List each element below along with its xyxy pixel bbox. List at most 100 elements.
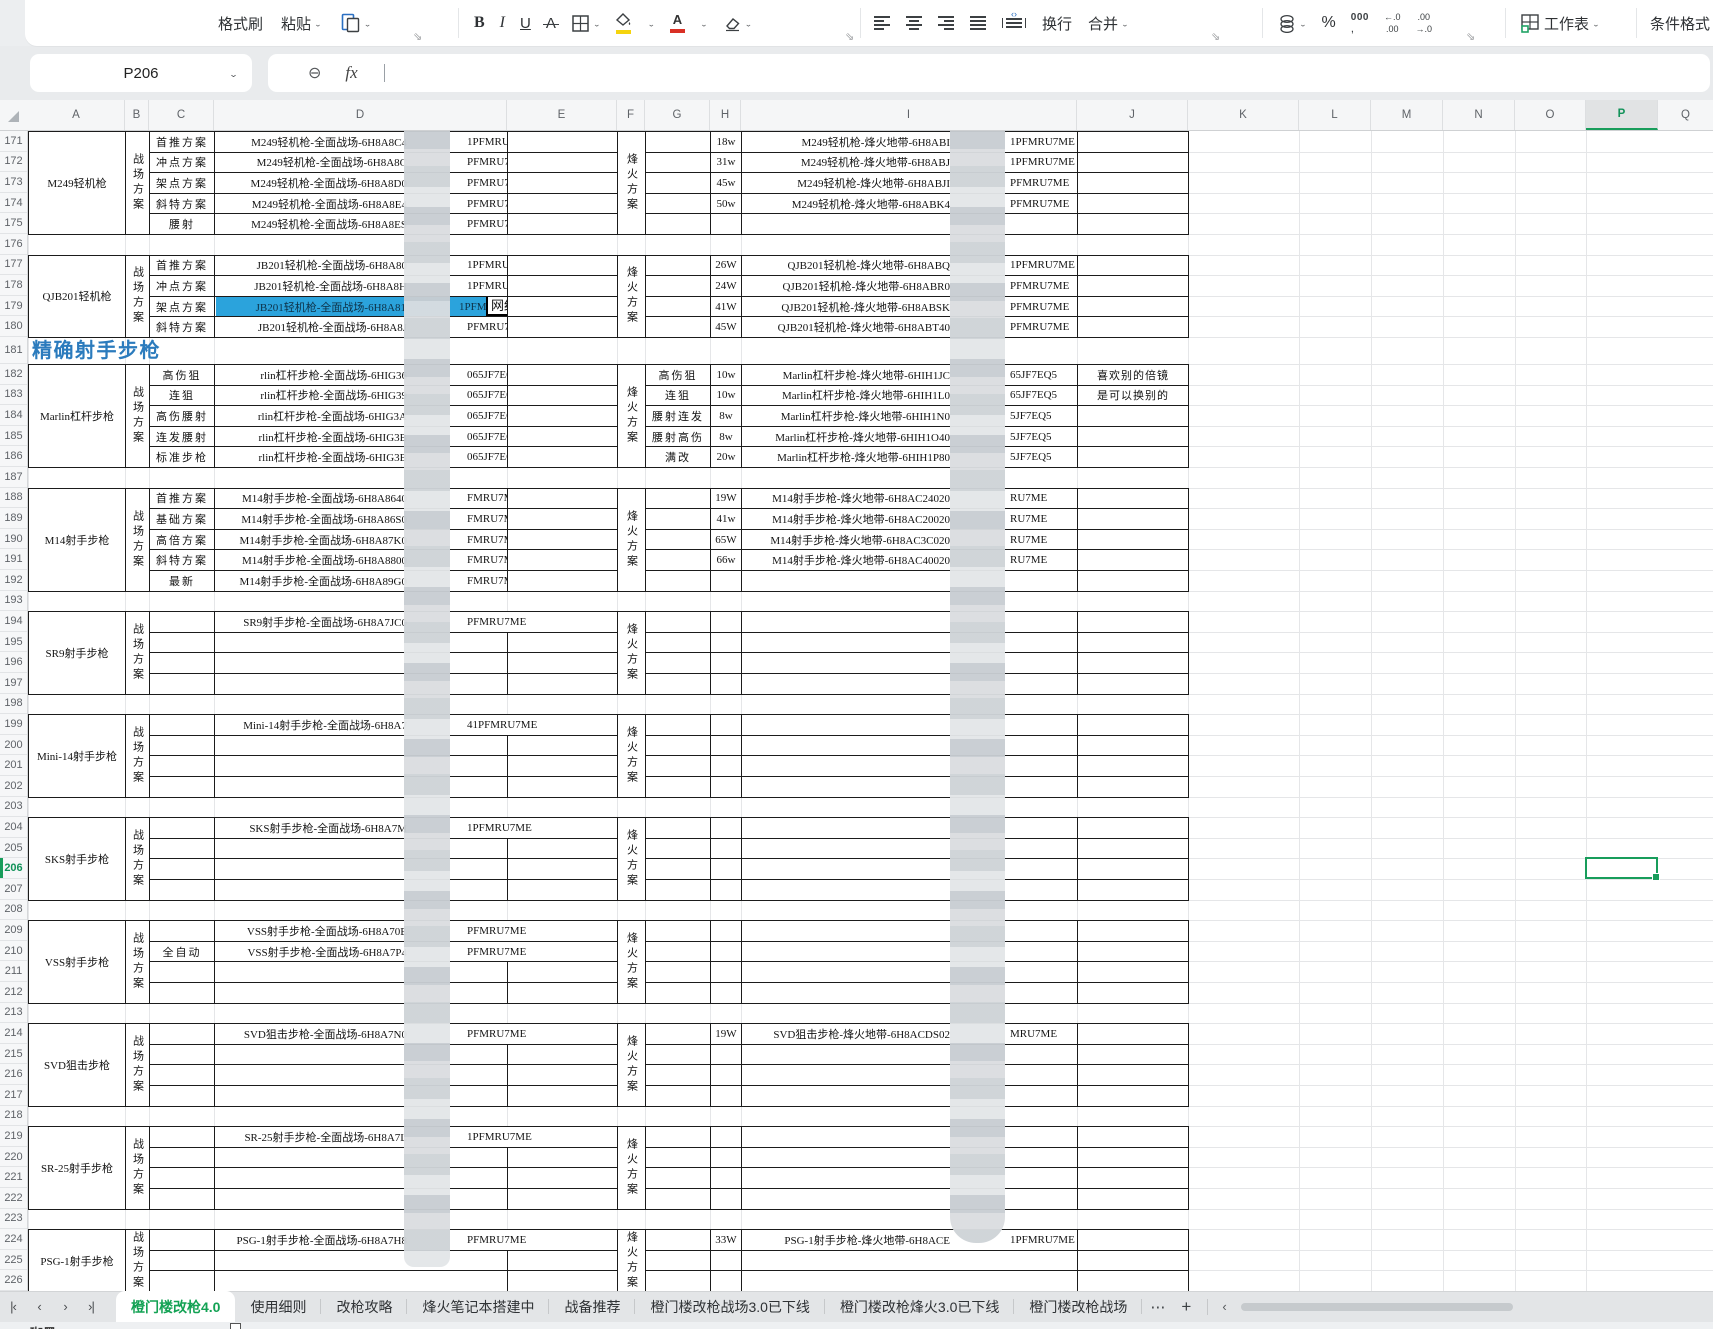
- fire-plan-name-cell[interactable]: [645, 961, 711, 983]
- row-header-182[interactable]: 182: [0, 364, 27, 385]
- column-header-C[interactable]: C: [149, 100, 214, 130]
- column-header-J[interactable]: J: [1077, 100, 1188, 130]
- plan-name-cell[interactable]: 架点方案: [149, 295, 215, 318]
- fire-plan-name-cell[interactable]: [645, 1270, 711, 1291]
- firezone-code-cell[interactable]: M249轻机枪-烽火地带-6H8ABI 1PFMRU7ME: [741, 131, 1078, 153]
- comment-cell[interactable]: [1077, 1043, 1189, 1066]
- fire-plan-name-cell[interactable]: [645, 549, 711, 571]
- price-cell[interactable]: 41W: [710, 295, 742, 318]
- battle-plan-header-cell[interactable]: 战场方案: [125, 364, 150, 468]
- price-cell[interactable]: 45w: [710, 172, 742, 194]
- worksheet-button[interactable]: 工作表 ⌄: [1520, 13, 1600, 34]
- plan-name-cell[interactable]: 最新: [149, 569, 215, 592]
- comment-cell[interactable]: [1077, 1229, 1189, 1251]
- fire-plan-name-cell[interactable]: [645, 569, 711, 592]
- plan-name-cell[interactable]: [149, 1229, 215, 1251]
- fire-plan-header-cell[interactable]: 烽火方案: [617, 611, 646, 695]
- distributed-align-button[interactable]: ‹›: [1002, 9, 1026, 29]
- plan-name-cell[interactable]: 首推方案: [149, 254, 215, 277]
- fire-plan-name-cell[interactable]: 腰射高伤: [645, 425, 711, 448]
- fire-plan-header-cell[interactable]: 烽火方案: [617, 131, 646, 235]
- cell[interactable]: [507, 405, 618, 427]
- row-header-214[interactable]: 214: [0, 1023, 27, 1044]
- comment-cell[interactable]: [1077, 487, 1189, 510]
- cell[interactable]: [507, 487, 618, 510]
- gun-name-cell[interactable]: M249轻机枪: [28, 131, 126, 235]
- price-cell[interactable]: 8w: [710, 405, 742, 427]
- gun-name-cell[interactable]: SR-25射手步枪: [28, 1126, 126, 1210]
- fire-plan-name-cell[interactable]: [645, 631, 711, 654]
- comment-cell[interactable]: [1077, 569, 1189, 592]
- cell[interactable]: [507, 734, 618, 757]
- plan-name-cell[interactable]: [149, 981, 215, 1004]
- column-header-A[interactable]: A: [28, 100, 125, 130]
- firezone-code-cell[interactable]: M249轻机枪-烽火地带-6H8ABJI PFMRU7ME: [741, 172, 1078, 194]
- firezone-code-cell[interactable]: [741, 878, 1078, 901]
- firezone-code-cell[interactable]: [741, 569, 1078, 592]
- battlefield-code-cell[interactable]: [214, 1043, 508, 1066]
- fire-plan-name-cell[interactable]: [645, 487, 711, 510]
- price-cell[interactable]: [710, 920, 742, 942]
- fire-plan-name-cell[interactable]: [645, 316, 711, 338]
- row-header-211[interactable]: 211: [0, 961, 27, 982]
- cell[interactable]: [507, 275, 618, 297]
- battle-plan-header-cell[interactable]: 战场方案: [125, 254, 150, 338]
- comment-cell[interactable]: [1077, 172, 1189, 194]
- gun-name-cell[interactable]: SVD狙击步枪: [28, 1023, 126, 1107]
- battlefield-code-cell[interactable]: [214, 1270, 508, 1291]
- comment-cell[interactable]: [1077, 1126, 1189, 1148]
- cell[interactable]: [507, 384, 618, 407]
- fire-plan-name-cell[interactable]: [645, 611, 711, 633]
- fire-plan-name-cell[interactable]: [645, 1023, 711, 1045]
- firezone-code-cell[interactable]: [741, 817, 1078, 839]
- battlefield-code-cell[interactable]: [214, 652, 508, 674]
- plan-name-cell[interactable]: 首推方案: [149, 131, 215, 153]
- battlefield-code-cell[interactable]: M14射手步枪-全面战场-6H8A86S0FMRU7ME: [214, 508, 508, 530]
- plan-name-cell[interactable]: [149, 1064, 215, 1086]
- cell[interactable]: [507, 858, 618, 880]
- plan-name-cell[interactable]: [149, 1126, 215, 1148]
- fill-color-button[interactable]: [615, 12, 632, 34]
- select-all-corner[interactable]: [8, 111, 19, 122]
- column-header-M[interactable]: M: [1371, 100, 1443, 130]
- align-left-button[interactable]: [874, 15, 890, 31]
- price-cell[interactable]: [710, 213, 742, 235]
- row-header-202[interactable]: 202: [0, 776, 27, 797]
- merge-cells-button[interactable]: 合并 ⌄: [1088, 13, 1129, 34]
- cell[interactable]: [507, 1084, 618, 1107]
- price-cell[interactable]: 26W: [710, 254, 742, 277]
- battlefield-code-cell[interactable]: [214, 837, 508, 860]
- cell[interactable]: [507, 569, 618, 592]
- fire-plan-name-cell[interactable]: [645, 1167, 711, 1189]
- column-header-D[interactable]: D: [214, 100, 507, 130]
- fire-plan-name-cell[interactable]: 满改: [645, 446, 711, 468]
- fire-plan-name-cell[interactable]: [645, 1187, 711, 1210]
- firezone-code-cell[interactable]: QJB201轻机枪-烽火地带-6H8ABSK PFMRU7ME: [741, 295, 1078, 318]
- price-cell[interactable]: [710, 734, 742, 757]
- sheet-tab-0[interactable]: 橙门楼改枪4.0: [116, 1291, 236, 1322]
- battlefield-code-cell[interactable]: [214, 631, 508, 654]
- fire-plan-name-cell[interactable]: [645, 1084, 711, 1107]
- firezone-code-cell[interactable]: Marlin杠杆步枪-烽火地带-6HIH1L0 65JF7EQ5: [741, 384, 1078, 407]
- price-cell[interactable]: [710, 569, 742, 592]
- battlefield-code-cell[interactable]: M249轻机枪-全面战场-6H8A8E4PFMRU7ME: [214, 192, 508, 215]
- plan-name-cell[interactable]: 斜特方案: [149, 549, 215, 571]
- battlefield-code-cell[interactable]: [214, 1249, 508, 1272]
- firezone-code-cell[interactable]: [741, 920, 1078, 942]
- increase-decimal-button[interactable]: .00 →.0: [1415, 12, 1432, 34]
- battlefield-code-cell[interactable]: rlin杠杆步枪-全面战场-6HIG36065JF7EQ5: [214, 364, 508, 386]
- fire-plan-name-cell[interactable]: [645, 1229, 711, 1251]
- firezone-code-cell[interactable]: M249轻机枪-烽火地带-6H8ABJ 1PFMRU7ME: [741, 151, 1078, 174]
- sheet-tab-6[interactable]: 橙门楼改枪烽火3.0已下线: [825, 1291, 1015, 1322]
- cell[interactable]: [507, 672, 618, 695]
- plan-name-cell[interactable]: 冲点方案: [149, 151, 215, 174]
- battle-plan-header-cell[interactable]: 战场方案: [125, 714, 150, 798]
- fire-plan-header-cell[interactable]: 烽火方案: [617, 1229, 646, 1291]
- cell[interactable]: [507, 508, 618, 530]
- fire-plan-name-cell[interactable]: [645, 837, 711, 860]
- firezone-code-cell[interactable]: [741, 1043, 1078, 1066]
- column-header-N[interactable]: N: [1443, 100, 1515, 130]
- battle-plan-header-cell[interactable]: 战场方案: [125, 1126, 150, 1210]
- firezone-code-cell[interactable]: [741, 1146, 1078, 1169]
- plan-name-cell[interactable]: 连发腰射: [149, 425, 215, 448]
